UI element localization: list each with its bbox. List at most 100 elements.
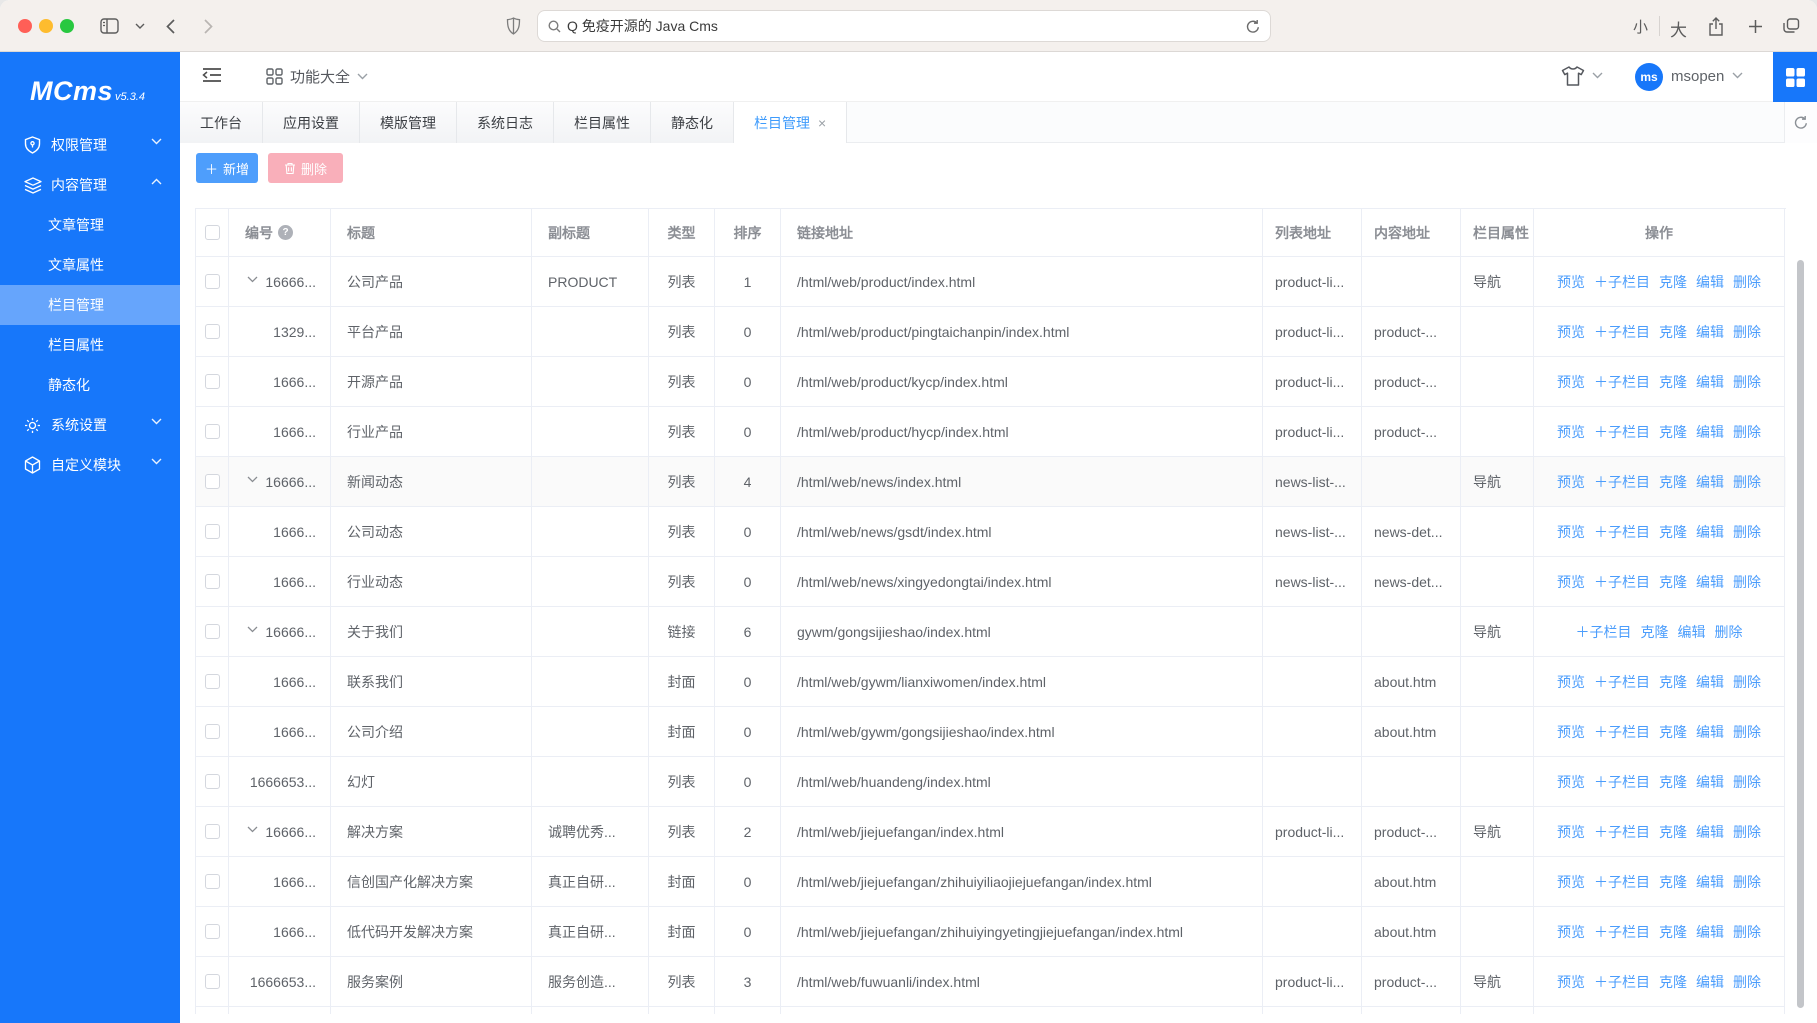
sidebar-subitem[interactable]: 文章管理	[0, 205, 180, 245]
add-child-link[interactable]: ＋子栏目	[1594, 872, 1650, 892]
row-checkbox[interactable]	[205, 574, 220, 589]
chevron-down-icon[interactable]	[1592, 72, 1603, 79]
row-checkbox[interactable]	[205, 674, 220, 689]
preview-link[interactable]: 预览	[1557, 922, 1585, 942]
add-child-link[interactable]: ＋子栏目	[1594, 722, 1650, 742]
help-icon[interactable]: ?	[278, 225, 293, 240]
delete-link[interactable]: 删除	[1733, 922, 1761, 942]
clone-link[interactable]: 克隆	[1659, 772, 1687, 792]
tab-栏目属性[interactable]: 栏目属性	[554, 102, 651, 143]
row-checkbox[interactable]	[205, 774, 220, 789]
forward-icon[interactable]	[195, 13, 221, 39]
chevron-down-icon[interactable]	[127, 13, 153, 39]
add-child-link[interactable]: ＋子栏目	[1594, 822, 1650, 842]
tab-应用设置[interactable]: 应用设置	[263, 102, 360, 143]
preview-link[interactable]: 预览	[1557, 572, 1585, 592]
clone-link[interactable]: 克隆	[1659, 922, 1687, 942]
shield-icon[interactable]	[500, 13, 526, 39]
sidebar-item-4[interactable]: 自定义模块	[0, 445, 180, 485]
delete-link[interactable]: 删除	[1733, 672, 1761, 692]
add-child-link[interactable]: ＋子栏目	[1594, 572, 1650, 592]
row-checkbox[interactable]	[205, 874, 220, 889]
edit-link[interactable]: 编辑	[1696, 972, 1724, 992]
delete-button[interactable]: 删除	[268, 153, 343, 183]
add-child-link[interactable]: ＋子栏目	[1594, 522, 1650, 542]
clone-link[interactable]: 克隆	[1659, 522, 1687, 542]
sidebar-subitem[interactable]: 栏目管理	[0, 285, 180, 325]
close-icon[interactable]: ×	[818, 116, 826, 130]
expand-caret-icon[interactable]	[247, 476, 259, 488]
preview-link[interactable]: 预览	[1557, 372, 1585, 392]
tab-栏目管理[interactable]: 栏目管理×	[734, 102, 847, 143]
preview-link[interactable]: 预览	[1557, 522, 1585, 542]
clone-link[interactable]: 克隆	[1659, 372, 1687, 392]
edit-link[interactable]: 编辑	[1696, 922, 1724, 942]
sidebar-subitem[interactable]: 静态化	[0, 365, 180, 405]
preview-link[interactable]: 预览	[1557, 822, 1585, 842]
reload-icon[interactable]	[1246, 19, 1260, 34]
edit-link[interactable]: 编辑	[1696, 672, 1724, 692]
share-icon[interactable]	[1703, 13, 1729, 39]
text-smaller-button[interactable]: 小	[1633, 16, 1648, 37]
delete-link[interactable]: 删除	[1733, 372, 1761, 392]
add-child-link[interactable]: ＋子栏目	[1594, 772, 1650, 792]
preview-link[interactable]: 预览	[1557, 722, 1585, 742]
select-all-checkbox[interactable]	[205, 225, 220, 240]
row-checkbox[interactable]	[205, 324, 220, 339]
edit-link[interactable]: 编辑	[1696, 772, 1724, 792]
delete-link[interactable]: 删除	[1715, 622, 1743, 642]
apps-menu[interactable]: 功能大全	[266, 66, 368, 87]
collapse-sidebar-icon[interactable]	[202, 66, 224, 88]
clone-link[interactable]: 克隆	[1641, 622, 1669, 642]
preview-link[interactable]: 预览	[1557, 972, 1585, 992]
preview-link[interactable]: 预览	[1557, 472, 1585, 492]
row-checkbox[interactable]	[205, 424, 220, 439]
clone-link[interactable]: 克隆	[1659, 972, 1687, 992]
delete-link[interactable]: 删除	[1733, 972, 1761, 992]
preview-link[interactable]: 预览	[1557, 272, 1585, 292]
add-child-link[interactable]: ＋子栏目	[1594, 372, 1650, 392]
edit-link[interactable]: 编辑	[1696, 522, 1724, 542]
edit-link[interactable]: 编辑	[1696, 872, 1724, 892]
delete-link[interactable]: 删除	[1733, 572, 1761, 592]
chevron-down-icon[interactable]	[1732, 72, 1743, 79]
preview-link[interactable]: 预览	[1557, 772, 1585, 792]
delete-link[interactable]: 删除	[1733, 472, 1761, 492]
edit-link[interactable]: 编辑	[1678, 622, 1706, 642]
sidebar-toggle-icon[interactable]	[96, 13, 122, 39]
delete-link[interactable]: 删除	[1733, 772, 1761, 792]
delete-link[interactable]: 删除	[1733, 322, 1761, 342]
add-child-link[interactable]: ＋子栏目	[1594, 272, 1650, 292]
tab-静态化[interactable]: 静态化	[651, 102, 734, 143]
row-checkbox[interactable]	[205, 374, 220, 389]
add-child-link[interactable]: ＋子栏目	[1594, 672, 1650, 692]
edit-link[interactable]: 编辑	[1696, 722, 1724, 742]
add-child-link[interactable]: ＋子栏目	[1594, 422, 1650, 442]
clone-link[interactable]: 克隆	[1659, 272, 1687, 292]
sidebar-item-1[interactable]: 权限管理	[0, 125, 180, 165]
delete-link[interactable]: 删除	[1733, 722, 1761, 742]
edit-link[interactable]: 编辑	[1696, 272, 1724, 292]
add-button[interactable]: ＋新增	[196, 153, 258, 183]
preview-link[interactable]: 预览	[1557, 322, 1585, 342]
clone-link[interactable]: 克隆	[1659, 472, 1687, 492]
preview-link[interactable]: 预览	[1557, 872, 1585, 892]
add-child-link[interactable]: ＋子栏目	[1594, 322, 1650, 342]
avatar[interactable]: ms	[1635, 63, 1663, 91]
row-checkbox[interactable]	[205, 274, 220, 289]
back-icon[interactable]	[157, 13, 183, 39]
edit-link[interactable]: 编辑	[1696, 372, 1724, 392]
tab-overview-icon[interactable]	[1778, 13, 1804, 39]
delete-link[interactable]: 删除	[1733, 822, 1761, 842]
window-minimize-button[interactable]	[39, 19, 53, 33]
clone-link[interactable]: 克隆	[1659, 572, 1687, 592]
tab-系统日志[interactable]: 系统日志	[457, 102, 554, 143]
row-checkbox[interactable]	[205, 924, 220, 939]
clone-link[interactable]: 克隆	[1659, 872, 1687, 892]
theme-icon[interactable]	[1561, 65, 1585, 89]
new-tab-icon[interactable]	[1742, 13, 1768, 39]
tab-模版管理[interactable]: 模版管理	[360, 102, 457, 143]
delete-link[interactable]: 删除	[1733, 872, 1761, 892]
delete-link[interactable]: 删除	[1733, 522, 1761, 542]
sidebar-item-2[interactable]: 内容管理	[0, 165, 180, 205]
